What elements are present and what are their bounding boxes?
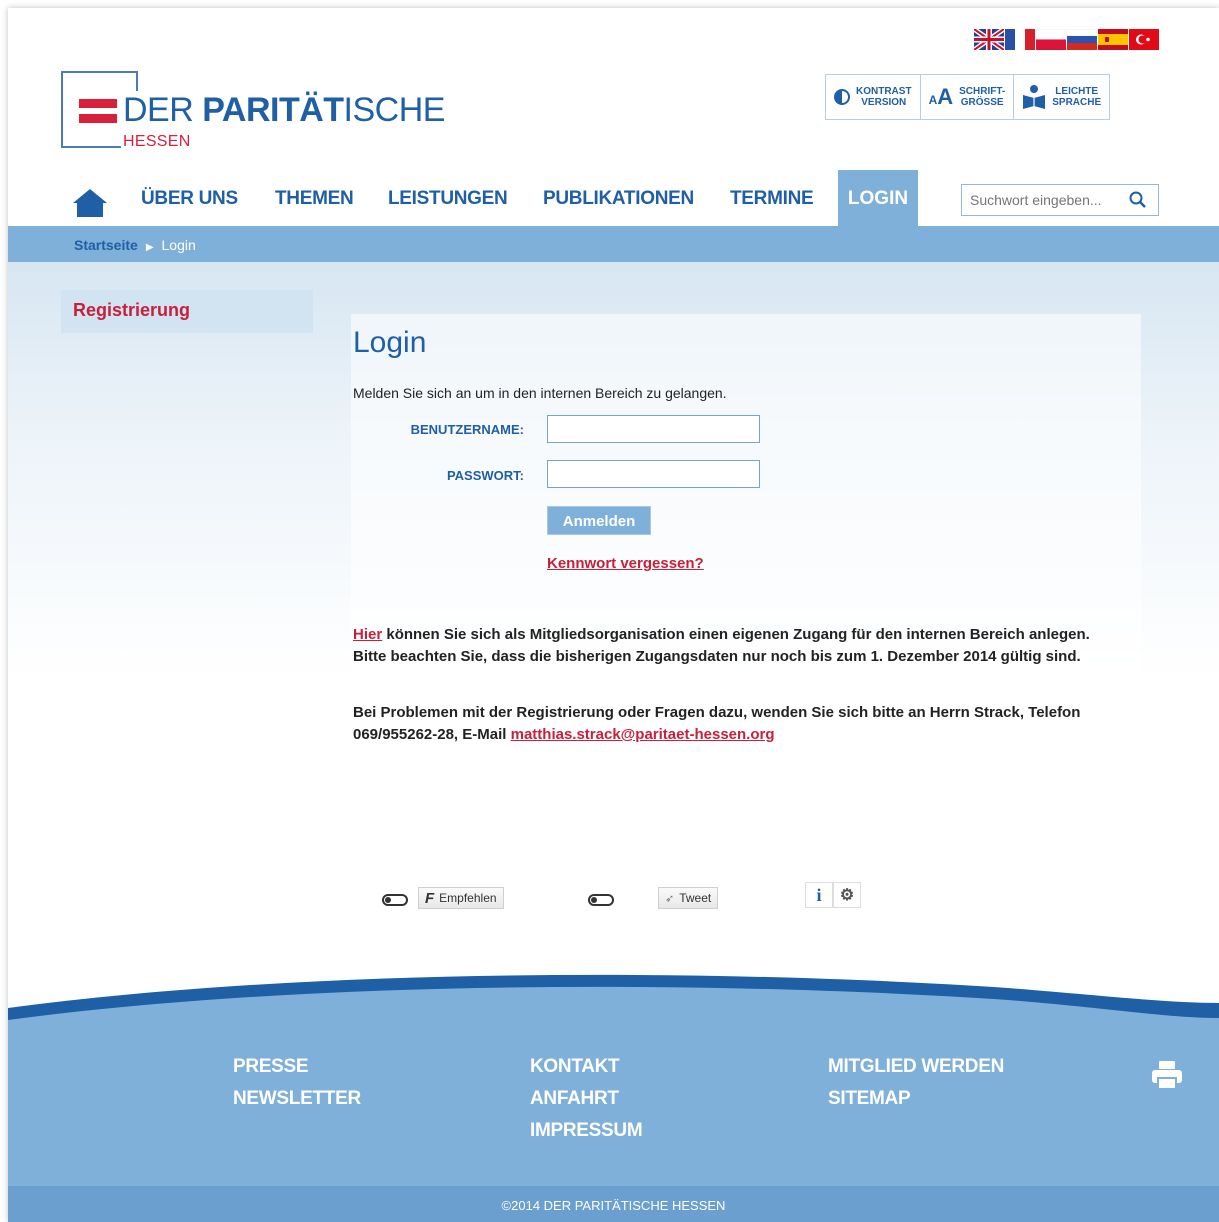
flag-uk-icon[interactable] bbox=[974, 29, 1004, 50]
contrast-icon bbox=[834, 89, 850, 105]
font-size-icon: AA bbox=[928, 84, 954, 109]
footer: PRESSE NEWSLETTER KONTAKT ANFAHRT IMPRES… bbox=[8, 1028, 1219, 1186]
facebook-icon: F bbox=[425, 889, 435, 907]
social-info-group: i ⚙ bbox=[805, 882, 863, 908]
breadcrumb-home[interactable]: Startseite bbox=[74, 237, 138, 253]
twitter-bird-icon: ➶ bbox=[665, 892, 675, 905]
main-navigation: ÜBER UNS THEMEN LEISTUNGEN PUBLIKATIONEN… bbox=[8, 170, 1219, 226]
registration-link[interactable]: Hier bbox=[353, 626, 382, 643]
flag-turkey-icon[interactable] bbox=[1129, 29, 1159, 50]
font-size-label-1: SCHRIFT- bbox=[959, 86, 1006, 97]
accessibility-toolbar: KONTRAST VERSION AA SCHRIFT- GRÖSSE LEICHT… bbox=[825, 74, 1111, 120]
search-input[interactable] bbox=[962, 186, 1122, 214]
footer-link-anfahrt[interactable]: ANFAHRT bbox=[530, 1083, 642, 1115]
print-icon[interactable] bbox=[1151, 1060, 1183, 1090]
footer-link-mitglied-werden[interactable]: MITGLIED WERDEN bbox=[828, 1051, 1004, 1083]
logo-subtitle: HESSEN bbox=[123, 133, 191, 150]
gear-icon[interactable]: ⚙ bbox=[833, 882, 861, 908]
nav-item-leistungen[interactable]: LEISTUNGEN bbox=[388, 188, 508, 210]
contact-email-link[interactable]: matthias.strack@paritaet-hessen.org bbox=[511, 726, 775, 743]
nav-item-publikationen[interactable]: PUBLIKATIONEN bbox=[543, 188, 694, 210]
login-intro: Melden Sie sich an um in den internen Be… bbox=[353, 385, 727, 401]
breadcrumb-arrow-icon: ▶ bbox=[145, 242, 154, 253]
breadcrumb-bar: Startseite ▶ Login bbox=[8, 226, 1219, 262]
content-panel bbox=[351, 314, 1141, 764]
sidebar-item-registrierung[interactable]: Registrierung bbox=[61, 290, 313, 333]
password-field[interactable] bbox=[547, 460, 760, 488]
logo[interactable]: DER PARITÄTISCHE HESSEN bbox=[61, 71, 451, 161]
easy-language-button[interactable]: LEICHTE SPRACHE bbox=[1014, 75, 1110, 119]
flag-poland-icon[interactable] bbox=[1036, 29, 1066, 50]
footer-column-1: PRESSE NEWSLETTER bbox=[233, 1051, 361, 1115]
contrast-label-1: KONTRAST bbox=[856, 86, 912, 97]
tweet-label: Tweet bbox=[679, 891, 712, 905]
username-label: BENUTZERNAME: bbox=[410, 422, 524, 437]
nav-item-login[interactable]: LOGIN bbox=[838, 170, 918, 226]
password-label: PASSWORT: bbox=[446, 468, 524, 483]
footer-link-kontakt[interactable]: KONTAKT bbox=[530, 1051, 642, 1083]
copyright: ©2014 DER PARITÄTISCHE HESSEN bbox=[8, 1186, 1219, 1222]
breadcrumb-current: Login bbox=[161, 237, 196, 253]
font-size-label-2: GRÖSSE bbox=[960, 97, 1004, 108]
flag-spain-icon[interactable] bbox=[1098, 29, 1128, 50]
nav-item-ueber-uns[interactable]: ÜBER UNS bbox=[141, 188, 238, 210]
contrast-button[interactable]: KONTRAST VERSION bbox=[826, 75, 921, 119]
search-icon[interactable] bbox=[1128, 190, 1148, 210]
logo-frame-right bbox=[61, 71, 138, 91]
easy-language-label-1: LEICHTE bbox=[1055, 86, 1099, 97]
logo-wordmark: DER PARITÄTISCHE bbox=[123, 91, 445, 129]
logo-frame-bottom bbox=[61, 146, 121, 148]
footer-column-2: KONTAKT ANFAHRT IMPRESSUM bbox=[530, 1051, 643, 1147]
footer-link-sitemap[interactable]: SITEMAP bbox=[828, 1083, 1004, 1115]
home-icon[interactable] bbox=[72, 188, 108, 218]
easy-language-label-2: SPRACHE bbox=[1052, 97, 1102, 108]
facebook-privacy-toggle[interactable] bbox=[382, 894, 408, 906]
page: DER PARITÄTISCHE HESSEN KONTRAST VERSION … bbox=[8, 8, 1219, 1222]
facebook-like-button[interactable]: F Empfehlen bbox=[418, 887, 504, 909]
font-size-button[interactable]: AA SCHRIFT- GRÖSSE bbox=[920, 75, 1015, 119]
nav-item-termine[interactable]: TERMINE bbox=[730, 188, 814, 210]
contact-info: Bei Problemen mit der Registrierung oder… bbox=[353, 702, 1123, 746]
logo-equals-mark bbox=[79, 99, 117, 129]
nav-item-themen[interactable]: THEMEN bbox=[275, 188, 354, 210]
footer-column-3: MITGLIED WERDEN SITEMAP bbox=[828, 1051, 1004, 1115]
footer-link-newsletter[interactable]: NEWSLETTER bbox=[233, 1083, 361, 1115]
twitter-privacy-toggle[interactable] bbox=[588, 894, 614, 906]
registration-info-text: können Sie sich als Mitgliedsorganisatio… bbox=[353, 626, 1090, 665]
easy-language-book-icon bbox=[1023, 85, 1046, 109]
flag-russia-icon[interactable] bbox=[1067, 29, 1097, 50]
username-field[interactable] bbox=[547, 415, 760, 443]
facebook-like-label: Empfehlen bbox=[439, 891, 497, 905]
breadcrumb: Startseite ▶ Login bbox=[74, 237, 196, 253]
contrast-label-2: VERSION bbox=[861, 97, 907, 108]
info-icon[interactable]: i bbox=[805, 882, 833, 908]
page-title: Login bbox=[353, 326, 427, 359]
footer-link-presse[interactable]: PRESSE bbox=[233, 1051, 361, 1083]
language-flags bbox=[974, 29, 1159, 50]
tweet-button[interactable]: ➶ Tweet bbox=[658, 887, 719, 909]
footer-link-impressum[interactable]: IMPRESSUM bbox=[530, 1115, 643, 1147]
login-button[interactable]: Anmelden bbox=[547, 506, 651, 535]
forgot-password-link[interactable]: Kennwort vergessen? bbox=[547, 555, 704, 572]
flag-france-icon[interactable] bbox=[1005, 29, 1035, 50]
search-box bbox=[961, 184, 1159, 216]
registration-info: Hier können Sie sich als Mitgliedsorgani… bbox=[353, 624, 1123, 668]
